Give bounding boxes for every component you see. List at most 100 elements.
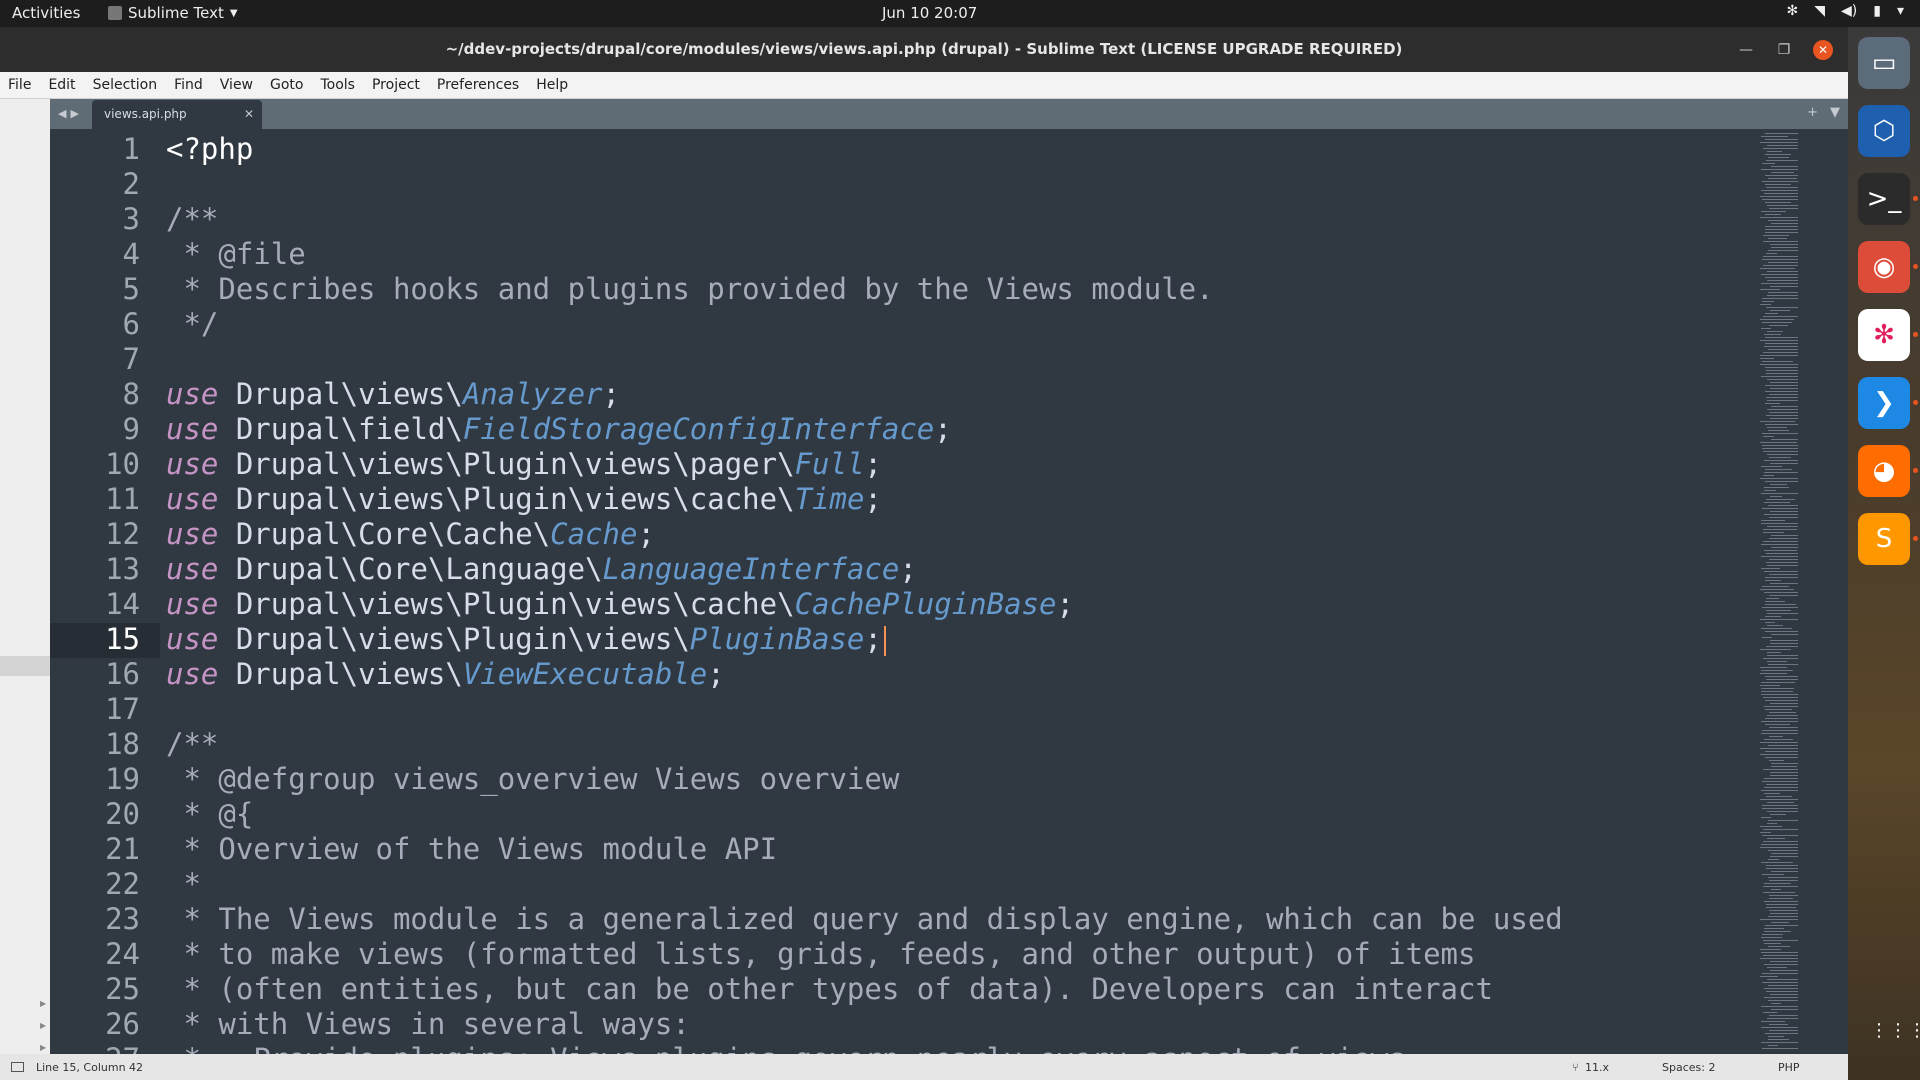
slack-tray-icon[interactable]: ✻: [1787, 3, 1799, 19]
minimap-line: [1763, 265, 1798, 266]
minimap-line: [1763, 352, 1798, 353]
code-line[interactable]: 7: [50, 342, 1750, 377]
minimap-line: [1767, 205, 1798, 206]
panel-toggle-icon[interactable]: [11, 1062, 24, 1072]
files-icon[interactable]: ▭: [1858, 37, 1910, 89]
minimap-line: [1765, 139, 1798, 140]
code-line[interactable]: 5 * Describes hooks and plugins provided…: [50, 272, 1750, 307]
code-line[interactable]: 6 */: [50, 307, 1750, 342]
chevron-down-icon[interactable]: ▼: [1830, 105, 1840, 120]
code-line[interactable]: 21 * Overview of the Views module API: [50, 832, 1750, 867]
slack-icon[interactable]: ✻: [1858, 309, 1910, 361]
code-line[interactable]: 13 use Drupal\Core\Language\LanguageInter…: [50, 552, 1750, 587]
code-line[interactable]: 17: [50, 692, 1750, 727]
menu-item-find[interactable]: Find: [174, 77, 203, 93]
menu-item-view[interactable]: View: [220, 77, 253, 93]
chevron-down-icon[interactable]: ▾: [1897, 3, 1904, 19]
code-line[interactable]: 18 /**: [50, 727, 1750, 762]
fold-arrow-icon[interactable]: ▶: [40, 1043, 46, 1052]
code-line[interactable]: 14 use Drupal\views\Plugin\views\cache\Ca…: [50, 587, 1750, 622]
chrome-icon[interactable]: ◉: [1858, 241, 1910, 293]
code-line[interactable]: 25 * (often entities, but can be other t…: [50, 972, 1750, 1007]
minimap-line: [1763, 148, 1798, 149]
code-line[interactable]: 3 /**: [50, 202, 1750, 237]
code-editor[interactable]: 1 <?php 2 3/** 4 * @file 5 * Describes hooks …: [50, 129, 1798, 1054]
minimize-icon[interactable]: —: [1736, 40, 1756, 60]
code-line[interactable]: 2: [50, 167, 1750, 202]
minimap-line: [1762, 730, 1798, 731]
indentation-setting[interactable]: Spaces: 2: [1662, 1061, 1715, 1074]
minimap-line: [1766, 796, 1792, 797]
line-number: 7: [122, 342, 140, 376]
code-line[interactable]: 16 use Drupal\views\ViewExecutable;: [50, 657, 1750, 692]
code-line[interactable]: 15 use Drupal\views\Plugin\views\PluginBa…: [50, 622, 1750, 657]
code-token: ;: [864, 622, 882, 656]
menu-item-selection[interactable]: Selection: [93, 77, 158, 93]
code-line[interactable]: 26 * with Views in several ways:: [50, 1007, 1750, 1042]
code-line[interactable]: 22 *: [50, 867, 1750, 902]
menu-item-preferences[interactable]: Preferences: [437, 77, 519, 93]
minimap-line: [1768, 292, 1798, 293]
vscode-icon[interactable]: ❯: [1858, 377, 1910, 429]
minimap-line: [1767, 409, 1798, 410]
code-line[interactable]: 19 * @defgroup views_overview Views over…: [50, 762, 1750, 797]
clock[interactable]: Jun 10 20:07: [882, 4, 977, 22]
code-token: * (often entities, but can be other type…: [166, 972, 1493, 1006]
code-line[interactable]: 20 * @{: [50, 797, 1750, 832]
system-tray[interactable]: ✻ ◥ ◀) ▮ ▾: [1787, 3, 1905, 19]
tab-views-api-php[interactable]: views.api.php ✕: [92, 100, 262, 129]
code-token: CachePluginBase: [794, 587, 1057, 621]
menu-item-project[interactable]: Project: [372, 77, 420, 93]
activities-button[interactable]: Activities: [12, 4, 80, 22]
fold-arrow-icon[interactable]: ▶: [40, 999, 46, 1008]
menu-item-goto[interactable]: Goto: [270, 77, 303, 93]
line-number: 20: [105, 797, 140, 831]
minimap-line: [1761, 523, 1798, 524]
code-line[interactable]: 9 use Drupal\field\FieldStorageConfigInte…: [50, 412, 1750, 447]
maximize-icon[interactable]: ❐: [1774, 40, 1794, 60]
code-token: use: [166, 447, 219, 481]
sublime-icon[interactable]: S: [1858, 513, 1910, 565]
new-tab-icon[interactable]: +: [1807, 105, 1818, 120]
code-line[interactable]: 24 * to make views (formatted lists, gri…: [50, 937, 1750, 972]
minimap-line: [1769, 736, 1783, 737]
minimap-line: [1763, 769, 1798, 770]
line-number: 8: [122, 377, 140, 411]
minimap-line: [1763, 697, 1798, 698]
menu-item-edit[interactable]: Edit: [48, 77, 75, 93]
code-line[interactable]: 27 * - Provide plugins: Views plugins go…: [50, 1042, 1750, 1054]
line-number: 22: [105, 867, 140, 901]
minimap-line: [1770, 382, 1798, 383]
minimap[interactable]: [1758, 129, 1798, 1054]
fold-arrow-icon[interactable]: ▶: [40, 1021, 46, 1030]
menu-item-file[interactable]: File: [8, 77, 31, 93]
code-line[interactable]: 23 * The Views module is a generalized q…: [50, 902, 1750, 937]
tab-nav-arrows-icon[interactable]: ◀▶: [58, 107, 83, 120]
code-line[interactable]: 8 use Drupal\views\Analyzer;: [50, 377, 1750, 412]
minimap-line: [1761, 493, 1798, 494]
code-line[interactable]: 12 use Drupal\Core\Cache\Cache;: [50, 517, 1750, 552]
terminal-icon[interactable]: >_: [1858, 173, 1910, 225]
git-branch[interactable]: 11.x: [1585, 1061, 1609, 1074]
volume-icon[interactable]: ◀): [1841, 3, 1857, 19]
menu-item-tools[interactable]: Tools: [320, 77, 355, 93]
app-menu[interactable]: Sublime Text ▼: [108, 4, 238, 22]
menu-item-help[interactable]: Help: [536, 77, 568, 93]
code-line[interactable]: 11 use Drupal\views\Plugin\views\cache\Ti…: [50, 482, 1750, 517]
sublime-app-icon: [108, 6, 122, 20]
minimap-line: [1761, 190, 1798, 191]
title-bar[interactable]: ~/ddev-projects/drupal/core/modules/view…: [0, 27, 1848, 72]
battery-icon[interactable]: ▮: [1873, 3, 1881, 19]
close-icon[interactable]: ✕: [244, 107, 254, 121]
minimap-line: [1764, 592, 1798, 593]
firefox-icon[interactable]: ◕: [1858, 445, 1910, 497]
syntax-setting[interactable]: PHP: [1778, 1061, 1800, 1074]
wifi-icon[interactable]: ◥: [1814, 3, 1825, 19]
virtualbox-icon[interactable]: ⬡: [1858, 105, 1910, 157]
show-apps-icon[interactable]: ⋮⋮⋮: [1870, 1022, 1920, 1040]
code-line[interactable]: 4 * @file: [50, 237, 1750, 272]
close-icon[interactable]: ✕: [1813, 40, 1833, 60]
code-line[interactable]: 10 use Drupal\views\Plugin\views\pager\Fu…: [50, 447, 1750, 482]
minimap-line: [1760, 358, 1774, 359]
code-line[interactable]: 1 <?php: [50, 132, 1750, 167]
